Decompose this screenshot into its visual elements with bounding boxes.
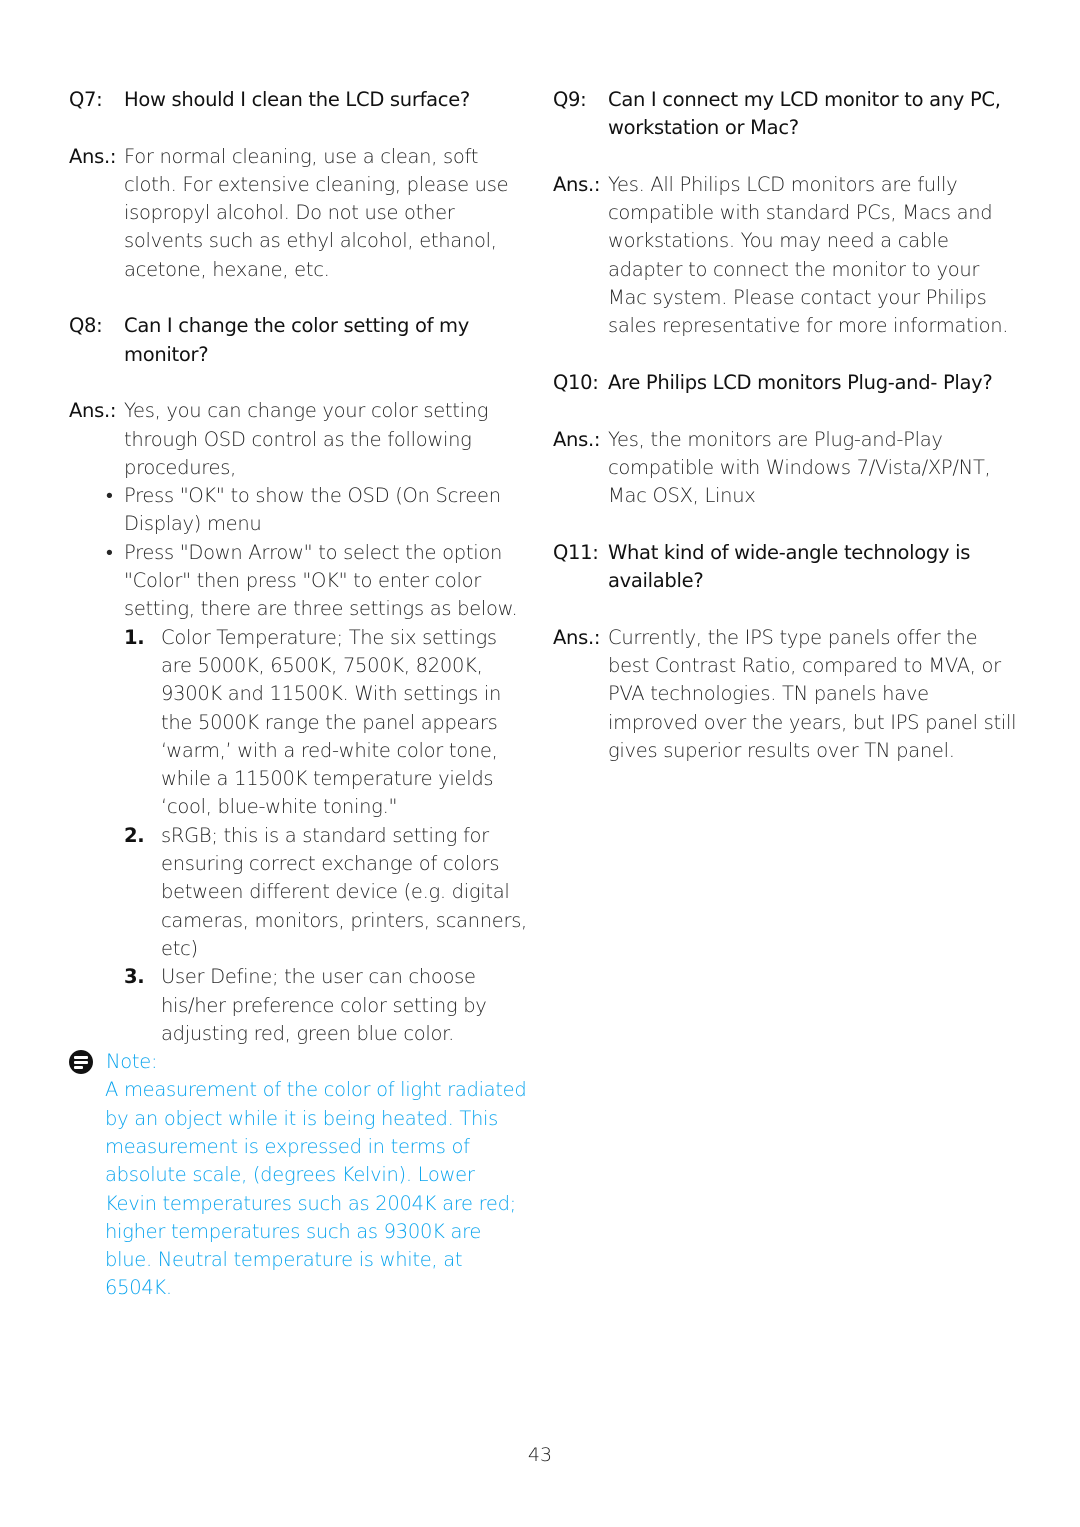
numbered-item: 3. User Define; the user can choose his/… <box>124 963 531 1048</box>
question-text: Are Philips LCD monitors Plug-and- Play? <box>608 370 993 394</box>
bullet-icon: • <box>106 540 113 564</box>
question-label: Q9: <box>553 88 587 111</box>
question-label: Q7: <box>69 88 103 111</box>
note-header: Note: <box>69 1048 531 1076</box>
answer-q7: Ans.: For normal cleaning, use a clean, … <box>69 143 531 284</box>
question-text: Can I change the color setting of my mon… <box>124 314 469 366</box>
answer-label: Ans.: <box>69 144 117 168</box>
answer-text: Currently, the IPS type panels offer the… <box>608 625 1017 762</box>
question-q8: Q8: Can I change the color setting of my… <box>69 312 531 369</box>
left-column: Q7: How should I clean the LCD surface? … <box>69 86 531 1303</box>
bullet-text: Press "Down Arrow" to select the option … <box>124 540 518 621</box>
answer-label: Ans.: <box>553 625 601 649</box>
answer-q8: Ans.: Yes, you can change your color set… <box>69 397 531 1048</box>
note-icon <box>69 1050 93 1075</box>
question-label: Q11: <box>553 540 599 564</box>
answer-intro: Yes, you can change your color setting t… <box>124 399 489 479</box>
question-text: What kind of wide-angle technology is av… <box>608 540 971 593</box>
question-text: How should I clean the LCD surface? <box>124 88 470 111</box>
answer-label: Ans.: <box>553 172 601 196</box>
question-text: Can I connect my LCD monitor to any PC, … <box>608 88 1001 140</box>
bullet-item: • Press "Down Arrow" to select the optio… <box>106 539 531 624</box>
item-number: 1. <box>124 625 145 649</box>
item-text: User Define; the user can choose his/her… <box>161 965 487 1045</box>
note-box: Note: A measurement of the color of ligh… <box>69 1048 531 1303</box>
right-column: Q9: Can I connect my LCD monitor to any … <box>553 86 1023 765</box>
answer-text: Yes, the monitors are Plug-and-Play comp… <box>608 427 991 508</box>
answer-q11: Ans.: Currently, the IPS type panels off… <box>553 624 1023 765</box>
item-text: Color Temperature; The six settings are … <box>161 625 502 819</box>
numbered-item: 2. sRGB; this is a standard setting for … <box>124 822 531 963</box>
answer-label: Ans.: <box>553 427 601 451</box>
item-number: 2. <box>124 823 145 847</box>
question-label: Q8: <box>69 314 103 338</box>
note-title: Note: <box>106 1050 158 1074</box>
answer-text: For normal cleaning, use a clean, soft c… <box>124 144 509 281</box>
bullet-item: • Press "OK" to show the OSD (On Screen … <box>106 482 531 539</box>
note-text: A measurement of the color of light radi… <box>105 1078 527 1300</box>
answer-text: Yes. All Philips LCD monitors are fully … <box>608 172 1009 338</box>
question-q9: Q9: Can I connect my LCD monitor to any … <box>553 86 1023 143</box>
item-text: sRGB; this is a standard setting for ens… <box>161 823 527 960</box>
question-q11: Q11: What kind of wide-angle technology … <box>553 539 1023 596</box>
answer-q9: Ans.: Yes. All Philips LCD monitors are … <box>553 171 1023 341</box>
question-q10: Q10: Are Philips LCD monitors Plug-and- … <box>553 369 1023 397</box>
bullet-icon: • <box>106 484 113 508</box>
page-number: 43 <box>527 1444 553 1466</box>
answer-q10: Ans.: Yes, the monitors are Plug-and-Pla… <box>553 426 1023 511</box>
answer-body: Yes, you can change your color setting t… <box>106 397 531 1048</box>
item-number: 3. <box>124 965 145 989</box>
question-q7: Q7: How should I clean the LCD surface? <box>69 86 531 114</box>
question-label: Q10: <box>553 370 599 394</box>
bullet-text: Press "OK" to show the OSD (On Screen Di… <box>124 484 501 536</box>
numbered-item: 1. Color Temperature; The six settings a… <box>124 624 531 822</box>
